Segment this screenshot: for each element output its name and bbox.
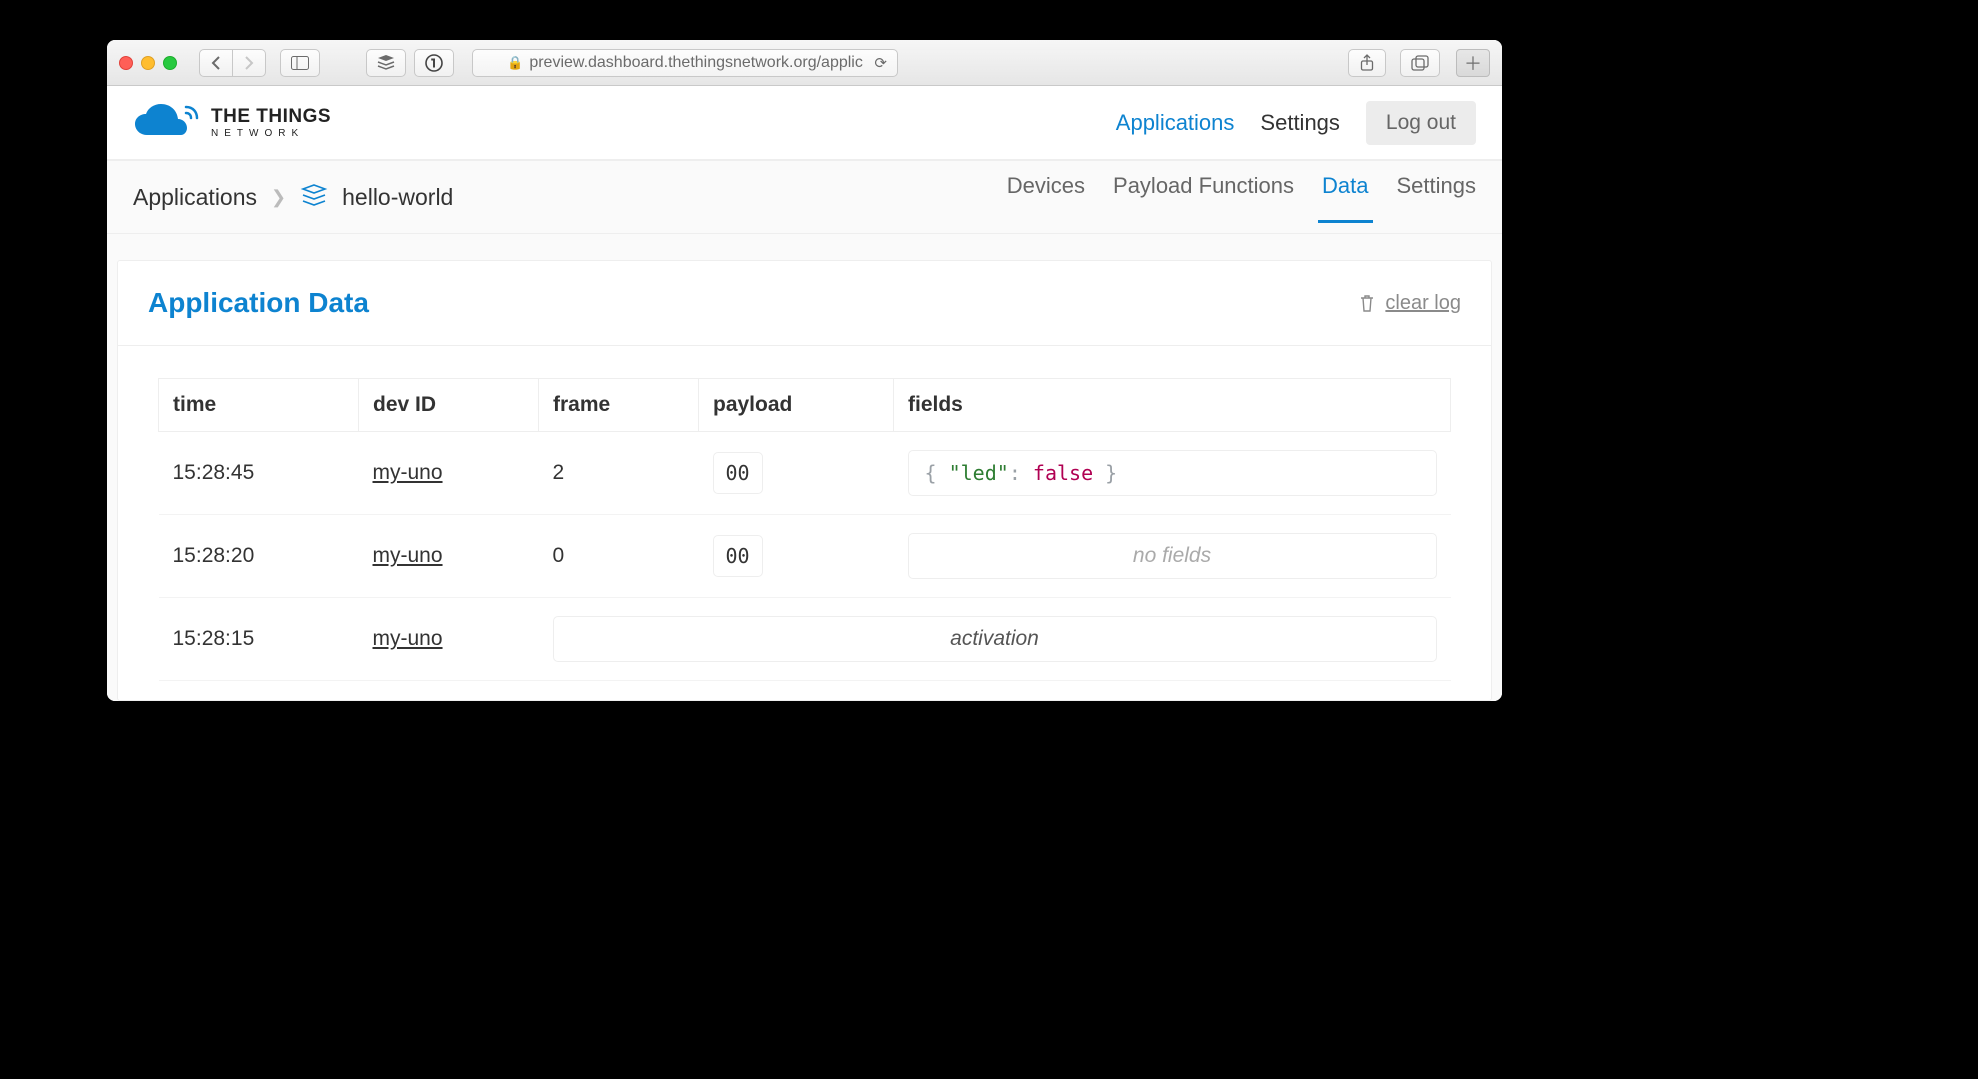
url-text: preview.dashboard.thethingsnetwork.org/a… xyxy=(529,54,863,72)
no-fields-label: no fields xyxy=(908,533,1437,579)
payload-chip: 00 xyxy=(713,452,763,494)
application-icon xyxy=(300,183,328,211)
col-dev-id: dev ID xyxy=(359,379,539,432)
page-content: THE THINGS NETWORK Applications Settings… xyxy=(107,86,1502,701)
tab-payload[interactable]: Payload Functions xyxy=(1113,173,1294,221)
col-payload: payload xyxy=(699,379,894,432)
forward-button[interactable] xyxy=(233,49,266,77)
trash-icon xyxy=(1359,294,1375,312)
cell-time: 15:28:15 xyxy=(159,598,359,681)
activation-label: activation xyxy=(553,616,1437,662)
sidebar-toggle-button[interactable] xyxy=(280,49,320,77)
cell-frame: 0 xyxy=(539,515,699,598)
data-table: time dev ID frame payload fields 15:28:4… xyxy=(158,378,1451,681)
minimize-window-button[interactable] xyxy=(141,56,155,70)
table-row: 15:28:20 my-uno 0 00 no fields xyxy=(159,515,1451,598)
nav-settings[interactable]: Settings xyxy=(1260,110,1340,136)
browser-titlebar: 🔒 preview.dashboard.thethingsnetwork.org… xyxy=(107,40,1502,86)
panel-title: Application Data xyxy=(148,287,369,319)
sub-navbar: Applications ❯ hello-world Devices Paylo… xyxy=(107,160,1502,234)
nav-buttons xyxy=(199,49,266,77)
close-window-button[interactable] xyxy=(119,56,133,70)
top-navbar: THE THINGS NETWORK Applications Settings… xyxy=(107,86,1502,160)
breadcrumb: Applications ❯ hello-world xyxy=(133,183,453,211)
col-frame: frame xyxy=(539,379,699,432)
new-tab-button[interactable]: ＋ xyxy=(1456,49,1490,77)
address-bar[interactable]: 🔒 preview.dashboard.thethingsnetwork.org… xyxy=(472,49,898,77)
logout-button[interactable]: Log out xyxy=(1366,101,1476,145)
extension-onepassword-icon[interactable] xyxy=(414,49,454,77)
brand-logo[interactable]: THE THINGS NETWORK xyxy=(133,103,331,143)
clear-log-label: clear log xyxy=(1385,292,1461,315)
tab-data[interactable]: Data xyxy=(1322,173,1368,221)
data-table-container: time dev ID frame payload fields 15:28:4… xyxy=(118,346,1491,701)
share-button[interactable] xyxy=(1348,49,1386,77)
cloud-icon xyxy=(133,103,199,143)
chevron-right-icon: ❯ xyxy=(271,187,286,208)
table-row: 15:28:45 my-uno 2 00 { "led": false } xyxy=(159,432,1451,515)
col-fields: fields xyxy=(894,379,1451,432)
cell-time: 15:28:45 xyxy=(159,432,359,515)
tab-settings[interactable]: Settings xyxy=(1397,173,1477,221)
device-link[interactable]: my-uno xyxy=(373,544,443,567)
nav-applications[interactable]: Applications xyxy=(1116,110,1235,136)
brand-text: THE THINGS NETWORK xyxy=(211,107,331,139)
back-button[interactable] xyxy=(199,49,233,77)
table-row: 15:28:15 my-uno activation xyxy=(159,598,1451,681)
tabs-button[interactable] xyxy=(1400,49,1440,77)
window-controls xyxy=(119,56,177,70)
breadcrumb-root[interactable]: Applications xyxy=(133,184,257,211)
fields-json: { "led": false } xyxy=(908,450,1437,496)
lock-icon: 🔒 xyxy=(507,55,523,71)
brand-line1: THE THINGS xyxy=(211,107,331,126)
app-tabs: Devices Payload Functions Data Settings xyxy=(1007,173,1476,221)
device-link[interactable]: my-uno xyxy=(373,627,443,650)
browser-window: 🔒 preview.dashboard.thethingsnetwork.org… xyxy=(107,40,1502,701)
device-link[interactable]: my-uno xyxy=(373,461,443,484)
cell-time: 15:28:20 xyxy=(159,515,359,598)
panel-header: Application Data clear log xyxy=(118,261,1491,346)
data-panel: Application Data clear log time xyxy=(117,260,1492,701)
payload-chip: 00 xyxy=(713,535,763,577)
tab-devices[interactable]: Devices xyxy=(1007,173,1085,221)
cell-frame: 2 xyxy=(539,432,699,515)
brand-line2: NETWORK xyxy=(211,129,331,139)
reload-icon[interactable]: ⟳ xyxy=(874,54,887,72)
zoom-window-button[interactable] xyxy=(163,56,177,70)
clear-log-button[interactable]: clear log xyxy=(1359,292,1461,315)
col-time: time xyxy=(159,379,359,432)
breadcrumb-app: hello-world xyxy=(342,184,453,211)
extension-stack-icon[interactable] xyxy=(366,49,406,77)
